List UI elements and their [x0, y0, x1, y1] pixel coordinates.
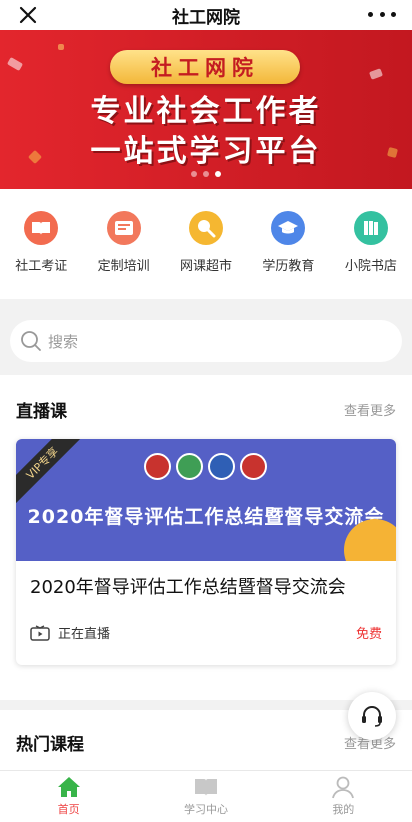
user-icon [332, 776, 355, 799]
confetti-decoration [6, 57, 24, 71]
live-course-card[interactable]: VIP专享 2020年督导评估工作总结暨督导交流会 2020年督导评估工作总结暨… [16, 439, 396, 665]
nav-item-course-market[interactable]: 网课超市 [165, 211, 247, 299]
price-label: 免费 [355, 627, 382, 642]
home-icon [57, 777, 80, 797]
banner-headline-2: 一站式学习平台 [90, 134, 322, 169]
section-header: 直播课 查看更多 [16, 397, 396, 422]
magnifier-icon [189, 211, 224, 245]
banner-carousel[interactable]: 社工网院 专业社会工作者 一站式学习平台 [0, 30, 412, 189]
live-status: 正在直播 [30, 623, 110, 642]
cover-headline: 2020年督导评估工作总结暨督导交流会 [27, 506, 385, 528]
nav-item-label: 社工考证 [15, 259, 68, 274]
customer-service-button[interactable] [348, 692, 396, 740]
tab-label: 首页 [57, 803, 80, 816]
nav-item-training[interactable]: 定制培训 [82, 211, 164, 299]
view-more-link[interactable]: 查看更多 [344, 400, 396, 419]
logo-icon [144, 453, 171, 480]
banner-headline-1: 专业社会工作者 [90, 94, 322, 129]
nav-item-label: 网课超市 [180, 259, 233, 274]
section-title: 热门课程 [16, 735, 84, 755]
tab-label: 我的 [332, 803, 355, 816]
bottom-tab-bar: 首页 学习中心 我的 [0, 770, 412, 822]
course-cover-image: VIP专享 2020年督导评估工作总结暨督导交流会 [16, 439, 396, 561]
tv-icon [30, 624, 50, 641]
close-icon[interactable] [16, 3, 40, 27]
section-title: 直播课 [16, 402, 67, 422]
logo-icon [240, 453, 267, 480]
banner-badge: 社工网院 [110, 50, 300, 84]
vip-ribbon-text: VIP专享 [23, 444, 61, 482]
nav-item-degree[interactable]: 学历教育 [247, 211, 329, 299]
nav-item-exam[interactable]: 社工考证 [0, 211, 82, 299]
course-title: 2020年督导评估工作总结暨督导交流会 [30, 577, 346, 598]
nav-item-label: 小院书店 [344, 259, 397, 274]
vip-ribbon: VIP专享 [16, 439, 85, 506]
tab-home[interactable]: 首页 [0, 771, 137, 822]
live-course-section: 直播课 查看更多 VIP专享 2020年督导评估工作总结暨督导交流会 2020年… [0, 375, 412, 700]
tab-learning-center[interactable]: 学习中心 [137, 771, 274, 822]
graduation-cap-icon [271, 211, 306, 245]
carousel-indicator [0, 171, 412, 177]
logo-icon [176, 453, 203, 480]
logo-icon [208, 453, 235, 480]
nav-item-label: 学历教育 [262, 259, 315, 274]
search-placeholder: 搜索 [48, 332, 79, 351]
banner-badge-text: 社工网院 [151, 56, 259, 80]
headset-icon [362, 706, 382, 727]
book-icon [24, 211, 59, 245]
category-nav: 社工考证 定制培训 网课超市 学历教育 小院书店 [0, 189, 412, 299]
title-bar: 社工网院 [0, 0, 412, 30]
more-dots-icon[interactable] [368, 4, 396, 24]
live-status-text: 正在直播 [58, 627, 111, 642]
tab-label: 学习中心 [183, 803, 228, 816]
course-meta: 正在直播 免费 [30, 623, 382, 642]
organization-logos [144, 453, 267, 480]
confetti-decoration [368, 68, 384, 80]
search-input[interactable]: 搜索 [10, 320, 402, 362]
certificate-icon [106, 211, 141, 245]
nav-item-label: 定制培训 [97, 259, 150, 274]
search-icon [21, 331, 41, 351]
nav-item-bookstore[interactable]: 小院书店 [330, 211, 412, 299]
book-open-icon [194, 779, 217, 796]
section-header: 热门课程 查看更多 [16, 730, 396, 755]
books-icon [353, 211, 388, 245]
search-section: 搜索 [0, 300, 412, 375]
tab-mine[interactable]: 我的 [275, 771, 412, 822]
confetti-decoration [58, 44, 64, 50]
page-title: 社工网院 [172, 7, 240, 28]
